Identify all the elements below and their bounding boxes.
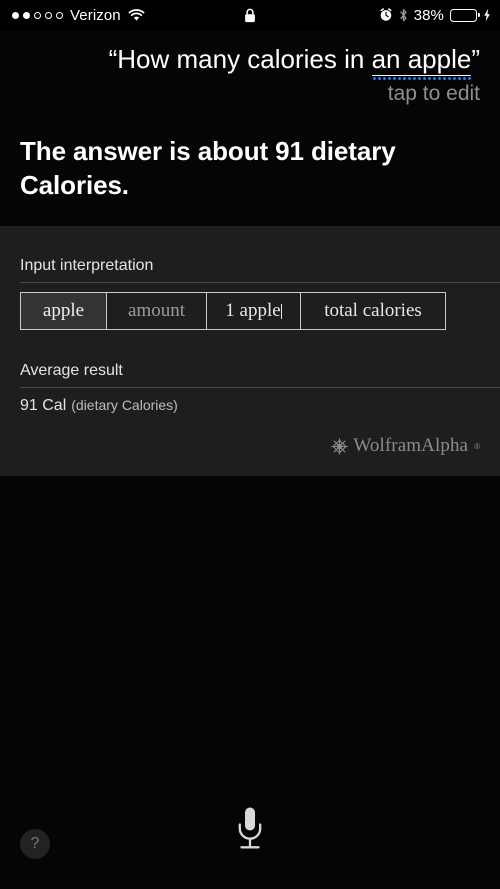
table-cell-measure-label: total calories [324, 300, 422, 321]
text-caret [280, 303, 282, 319]
microphone-icon [235, 806, 265, 852]
siri-screen: Verizon 38% “How many calories in an app… [0, 0, 500, 889]
query-prefix: How many calories in [117, 44, 372, 74]
average-result-title: Average result [20, 362, 123, 379]
wolfram-alpha-card[interactable]: Input interpretation apple amount 1 appl… [0, 226, 500, 476]
wolfram-spikey-icon [331, 437, 349, 455]
status-bar: Verizon 38% [0, 0, 500, 30]
input-interpretation-rule [20, 282, 500, 283]
input-interpretation-table: apple amount 1 apple total calories [20, 292, 446, 330]
table-cell-subject: apple [21, 293, 107, 329]
table-cell-property-label: amount [128, 300, 185, 321]
bluetooth-icon [399, 8, 408, 23]
registered-trademark-icon: ® [474, 441, 480, 451]
query-open-quote: “ [108, 44, 118, 74]
table-cell-subject-label: apple [42, 300, 85, 321]
wolfram-alpha-wordmark: WolframAlpha [353, 435, 469, 456]
tap-to-edit-hint[interactable]: tap to edit [388, 82, 480, 106]
average-result-unit: (dietary Calories) [71, 397, 178, 413]
wolfram-alpha-logo[interactable]: WolframAlpha ® [331, 435, 480, 457]
lightning-bolt-icon [483, 8, 491, 22]
table-cell-quantity: 1 apple [207, 293, 301, 329]
query-close-quote: ” [471, 44, 480, 74]
answer-text: The answer is about 91 dietary Calories. [20, 136, 396, 200]
average-result-row: 91 Cal (dietary Calories) [20, 397, 178, 415]
help-button[interactable]: ? [20, 829, 50, 859]
question-mark-icon: ? [30, 835, 40, 852]
microphone-button[interactable] [0, 799, 500, 859]
battery-percent-label: 38% [413, 6, 444, 24]
query-editable-term[interactable]: an apple [371, 44, 472, 76]
table-cell-quantity-label: 1 apple [225, 300, 281, 321]
lock-icon [244, 8, 256, 23]
table-cell-measure: total calories [301, 293, 445, 329]
battery-icon [450, 8, 480, 22]
average-result-value: 91 Cal [20, 397, 67, 414]
table-cell-property: amount [107, 293, 207, 329]
input-interpretation-title: Input interpretation [20, 257, 154, 274]
alarm-clock-icon [379, 8, 393, 22]
status-bar-right: 38% [379, 7, 491, 24]
average-result-rule [20, 387, 500, 388]
query-transcript[interactable]: “How many calories in an apple” [20, 42, 480, 76]
